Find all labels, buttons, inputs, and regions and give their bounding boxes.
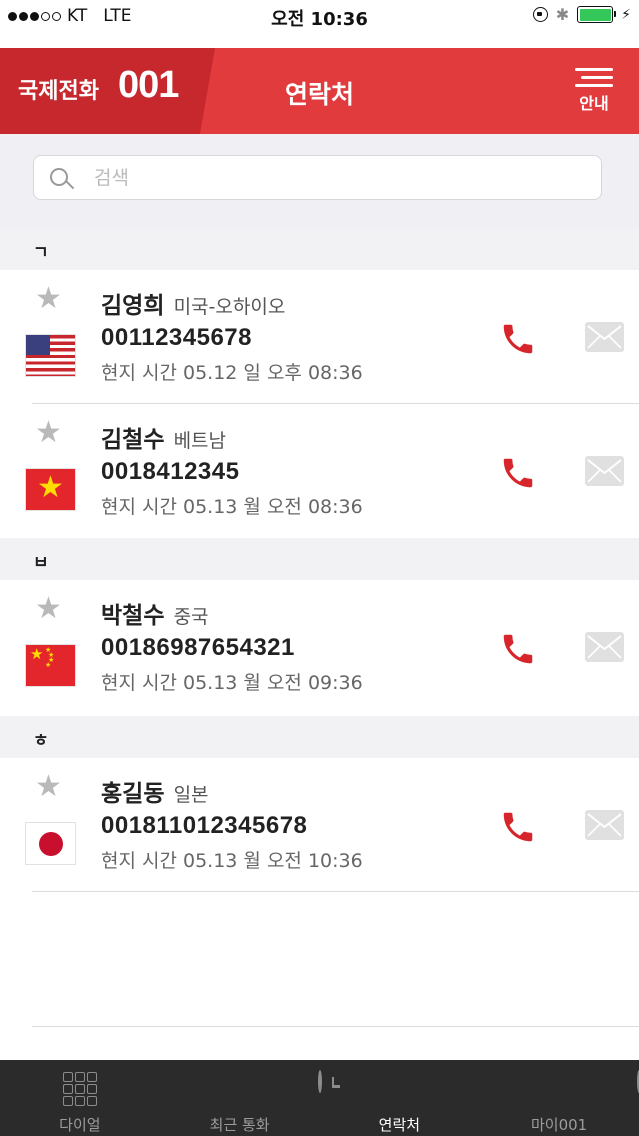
message-button[interactable] [585,810,624,840]
section-header: ㅂ [0,538,639,580]
tab-label: 다이얼 [59,1116,101,1134]
contact-number: 0018412345 [101,458,240,485]
contact-region: 일본 [173,784,209,806]
envelope-icon [587,813,622,837]
contact-name-line: 박철수 중국 [101,596,209,630]
contact-local-time: 현지 시간 05.12 일 오후 08:36 [101,362,363,384]
row-divider [32,891,639,892]
search-icon [50,168,68,186]
favorite-star-icon[interactable]: ★ [35,594,62,624]
contact-name: 김철수 [101,427,165,453]
tab-recent-calls[interactable]: 최근 통화 [160,1060,322,1136]
contact-region: 중국 [173,606,209,628]
us-flag-icon [25,334,76,377]
contact-name: 홍길동 [101,781,165,807]
contact-region: 미국-오하이오 [173,296,286,318]
tab-bar: 다이얼 최근 통화 연락처 마이001 [0,1060,639,1136]
favorite-star-icon[interactable]: ★ [35,284,62,314]
envelope-icon [587,459,622,483]
section-label: ㅂ [33,553,49,573]
phone-icon [503,458,533,488]
menu-icon [575,68,613,87]
app-header: 국제전화 001 연락처 안내 [0,48,639,134]
contact-name: 김영희 [101,293,165,319]
tab-my001[interactable]: 마이001 [479,1060,639,1136]
status-bar-right: ✱ ⚡ [532,5,631,24]
phone-icon [503,634,533,664]
contact-local-time: 현지 시간 05.13 월 오전 10:36 [101,850,363,872]
bluetooth-icon: ✱ [555,5,570,24]
vietnam-flag-icon: ★ [25,468,76,511]
contact-name: 박철수 [101,603,165,629]
tab-dial[interactable]: 다이얼 [0,1060,160,1136]
section-header: ㅎ [0,716,639,758]
section-header: ㄱ [0,228,639,270]
call-button[interactable] [499,454,537,492]
contact-local-time: 현지 시간 05.13 월 오전 08:36 [101,496,363,518]
favorite-star-icon[interactable]: ★ [35,772,62,802]
battery-icon [577,6,617,23]
guide-menu-button[interactable]: 안내 [575,68,613,120]
favorite-star-icon[interactable]: ★ [35,418,62,448]
keypad-icon [62,1072,97,1106]
search-input[interactable] [94,164,574,192]
list-bottom-divider [32,1026,639,1027]
contact-name-line: 홍길동 일본 [101,774,209,808]
phone-icon [503,324,533,354]
rotation-lock-icon [532,7,548,22]
search-area [0,134,639,228]
section-label: ㅎ [33,731,49,751]
guide-label: 안내 [579,94,609,113]
status-bar: KT LTE 오전 10:36 ✱ ⚡ [0,0,639,34]
phone-icon [503,812,533,842]
envelope-icon [587,325,622,349]
message-button[interactable] [585,632,624,662]
call-button[interactable] [499,630,537,668]
contact-row[interactable]: ★ ★ ★ ★ ★ ★ 박철수 중국 00186987654321 현지 시간 … [0,580,639,714]
contact-number: 001811012345678 [101,812,308,839]
page-title: 연락처 [284,80,354,109]
contact-row[interactable]: ★ 김영희 미국-오하이오 00112345678 현지 시간 05.12 일 … [0,270,639,404]
japan-flag-icon [25,822,76,865]
message-button[interactable] [585,322,624,352]
section-label: ㄱ [33,243,49,263]
tab-label: 마이001 [531,1116,588,1134]
china-flag-icon: ★ ★ ★ ★ ★ [25,644,76,687]
contact-number: 00186987654321 [101,634,295,661]
search-box[interactable] [33,155,602,200]
charging-icon: ⚡ [621,6,631,23]
contact-name-line: 김영희 미국-오하이오 [101,286,285,320]
contact-row[interactable]: ★ ★ 김철수 베트남 0018412345 현지 시간 05.13 월 오전 … [0,404,639,538]
contact-number: 00112345678 [101,324,252,351]
tab-contacts[interactable]: 연락처 [320,1060,480,1136]
contact-local-time: 현지 시간 05.13 월 오전 09:36 [101,672,363,694]
tab-label: 연락처 [378,1116,421,1134]
tab-label: 최근 통화 [209,1116,270,1134]
contact-region: 베트남 [173,430,227,452]
message-button[interactable] [585,456,624,486]
contact-row[interactable]: ★ 홍길동 일본 001811012345678 현지 시간 05.13 월 오… [0,758,639,892]
contact-name-line: 김철수 베트남 [101,420,226,454]
call-button[interactable] [499,320,537,358]
call-button[interactable] [499,808,537,846]
envelope-icon [587,635,622,659]
